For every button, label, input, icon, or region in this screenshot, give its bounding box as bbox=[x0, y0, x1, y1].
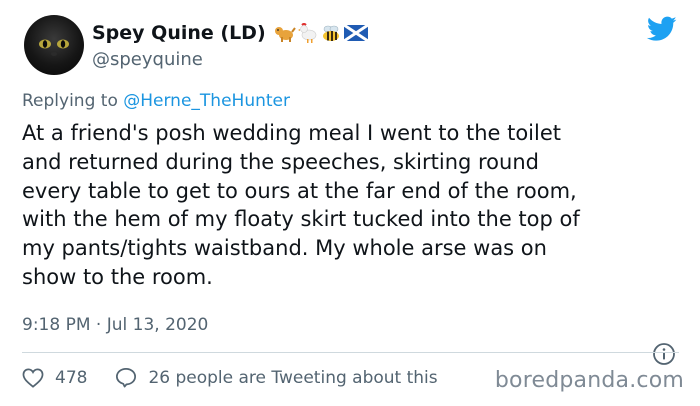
scotland-flag-emoji-icon bbox=[343, 24, 368, 42]
replying-to-label: Replying to bbox=[22, 91, 118, 111]
divider bbox=[22, 352, 679, 353]
author-handle[interactable]: @speyquine bbox=[92, 49, 203, 70]
like-count: 478 bbox=[55, 367, 88, 388]
replying-to: Replying to @Herne_TheHunter bbox=[22, 91, 290, 111]
conversation-text: 26 people are Tweeting about this bbox=[148, 367, 438, 388]
heart-icon bbox=[22, 367, 44, 388]
tweet-timestamp[interactable]: 9:18 PM · Jul 13, 2020 bbox=[22, 315, 208, 335]
info-icon[interactable] bbox=[652, 342, 676, 366]
reply-mention-link[interactable]: @Herne_TheHunter bbox=[123, 91, 290, 111]
like-action[interactable]: 478 bbox=[22, 368, 87, 388]
twitter-bird-icon[interactable] bbox=[647, 16, 677, 42]
author-name-row: Spey Quine (LD) bbox=[92, 22, 368, 44]
dog-emoji-icon bbox=[274, 27, 296, 42]
watermark: boredpanda.com bbox=[494, 368, 684, 393]
author-display-name[interactable]: Spey Quine (LD) bbox=[92, 22, 266, 44]
chicken-emoji-icon bbox=[297, 23, 316, 43]
reply-bubble-icon bbox=[116, 367, 137, 388]
conversation-action[interactable]: 26 people are Tweeting about this bbox=[115, 367, 438, 388]
bee-emoji-icon bbox=[322, 25, 339, 41]
avatar[interactable] bbox=[24, 15, 84, 75]
tweet-actions: 478 26 people are Tweeting about this bbox=[22, 367, 438, 388]
tweet-text: At a friend's posh wedding meal I went t… bbox=[22, 121, 580, 289]
name-emoji-group bbox=[274, 23, 368, 43]
